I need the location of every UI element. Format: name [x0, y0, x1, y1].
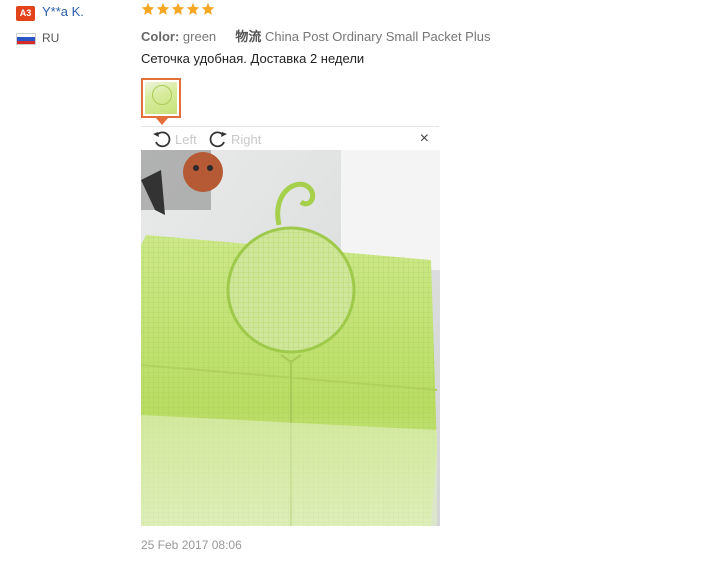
color-label: Color: [141, 29, 180, 44]
rotate-right-button[interactable]: Right [207, 129, 261, 149]
rotate-left-label: Left [175, 131, 197, 147]
rotate-left-icon [153, 131, 171, 148]
color-value: green [182, 29, 217, 44]
star-icon [156, 2, 170, 15]
star-icon [141, 2, 155, 15]
image-viewer-toolbar: Left Right × [141, 126, 439, 151]
star-icon [186, 2, 200, 15]
shipping-value: China Post Ordinary Small Packet Plus [265, 29, 491, 44]
russia-flag-icon [16, 33, 36, 45]
review-photo-thumbnail[interactable] [141, 78, 181, 118]
review-meta: Color: green 物流 China Post Ordinary Smal… [141, 26, 490, 45]
star-rating [141, 2, 215, 16]
star-icon [201, 2, 215, 15]
review-photo [141, 150, 440, 526]
review-text: Сеточка удобная. Доставка 2 недели [141, 51, 365, 66]
rotate-right-icon [209, 131, 227, 148]
review-date: 25 Feb 2017 08:06 [141, 538, 242, 552]
close-viewer-button[interactable]: × [420, 131, 429, 147]
thumbnail-pointer [156, 118, 168, 125]
reviewer-name[interactable]: Y**a K. [42, 4, 84, 19]
level-badge: A3 [16, 6, 35, 21]
shipping-label: 物流 [235, 29, 262, 44]
star-icon [171, 2, 185, 15]
rotate-left-button[interactable]: Left [151, 129, 197, 149]
rotate-right-label: Right [231, 131, 262, 147]
reviewer-country: RU [42, 31, 60, 45]
